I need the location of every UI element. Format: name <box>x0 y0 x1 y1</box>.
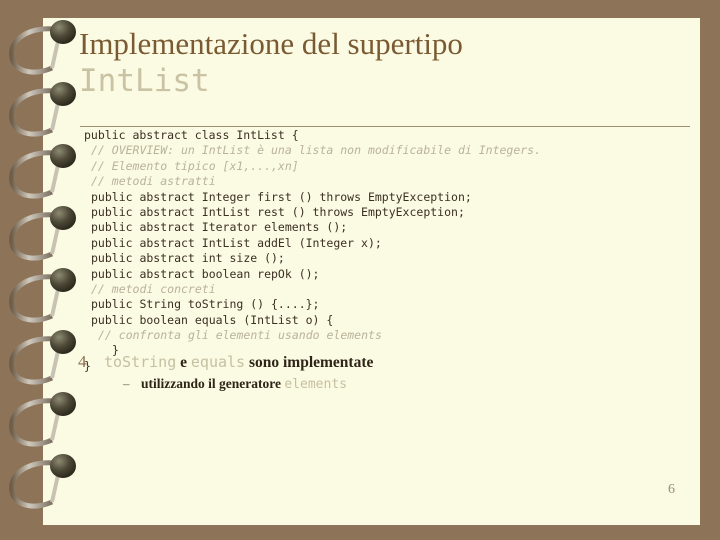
code-text: public String toString () {....}; <box>91 297 320 312</box>
page-title: Implementazione del supertipo IntList <box>79 26 679 100</box>
code-text: public abstract int size (); <box>91 251 285 266</box>
page-title-line2: IntList <box>79 63 210 99</box>
code-comment: // OVERVIEW: un IntList è una lista non … <box>91 143 542 158</box>
code-block: public abstract class IntList {// OVERVI… <box>84 128 684 374</box>
slide-number: 6 <box>668 482 675 497</box>
bullet-item-level2: – utilizzando il generatore elements <box>78 373 678 394</box>
code-text: public abstract class IntList { <box>84 128 299 142</box>
code-text: public abstract boolean repOk (); <box>91 266 320 281</box>
sub-bullet-code-elements: elements <box>284 377 347 392</box>
bullet-marker-icon: 4 <box>78 352 87 371</box>
code-text: public abstract IntList addEl (Integer x… <box>91 235 382 250</box>
title-divider <box>80 126 690 127</box>
code-line: // metodi astratti <box>84 174 684 189</box>
code-line: // Elemento tipico [x1,...,xn] <box>84 159 684 174</box>
bullet-conjunction: e <box>176 354 191 371</box>
code-line: public abstract IntList addEl (Integer x… <box>84 236 684 251</box>
code-comment: // metodi concreti <box>91 281 216 296</box>
code-line: // metodi concreti <box>84 282 684 297</box>
bullet-code-equals: equals <box>190 353 246 371</box>
bullet-code-tostring: toString <box>104 353 177 371</box>
code-comment: // Elemento tipico [x1,...,xn] <box>91 158 299 173</box>
code-comment: // confronta gli elementi usando element… <box>98 328 382 343</box>
code-line: public abstract Integer first () throws … <box>84 190 684 205</box>
bullet-text-tail: sono implementate <box>245 354 374 371</box>
code-comment: // metodi astratti <box>91 174 216 189</box>
bullet-item-level1: 4 toString e equals sono implementate <box>78 350 678 373</box>
code-line: public abstract Iterator elements (); <box>84 220 684 235</box>
code-text: public abstract Iterator elements (); <box>91 220 348 235</box>
sub-bullet-text: utilizzando il generatore <box>141 376 285 391</box>
code-line: public abstract class IntList { <box>84 128 684 143</box>
code-line: // OVERVIEW: un IntList è una lista non … <box>84 143 684 158</box>
code-line: public String toString () {....}; <box>84 297 684 312</box>
code-text: public boolean equals (IntList o) { <box>91 312 334 327</box>
code-line: public abstract int size (); <box>84 251 684 266</box>
bullet-list: 4 toString e equals sono implementate – ut… <box>78 350 678 394</box>
code-line: public boolean equals (IntList o) { <box>84 313 684 328</box>
sub-bullet-dash-icon: – <box>123 376 130 391</box>
page-title-line1: Implementazione del supertipo <box>79 26 463 61</box>
code-text: public abstract Integer first () throws … <box>91 189 472 204</box>
code-line: // confronta gli elementi usando element… <box>84 328 684 343</box>
code-line: public abstract IntList rest () throws E… <box>84 205 684 220</box>
code-line: public abstract boolean repOk (); <box>84 267 684 282</box>
slide-canvas: Implementazione del supertipo IntList pu… <box>0 0 720 540</box>
code-text: public abstract IntList rest () throws E… <box>91 204 465 219</box>
